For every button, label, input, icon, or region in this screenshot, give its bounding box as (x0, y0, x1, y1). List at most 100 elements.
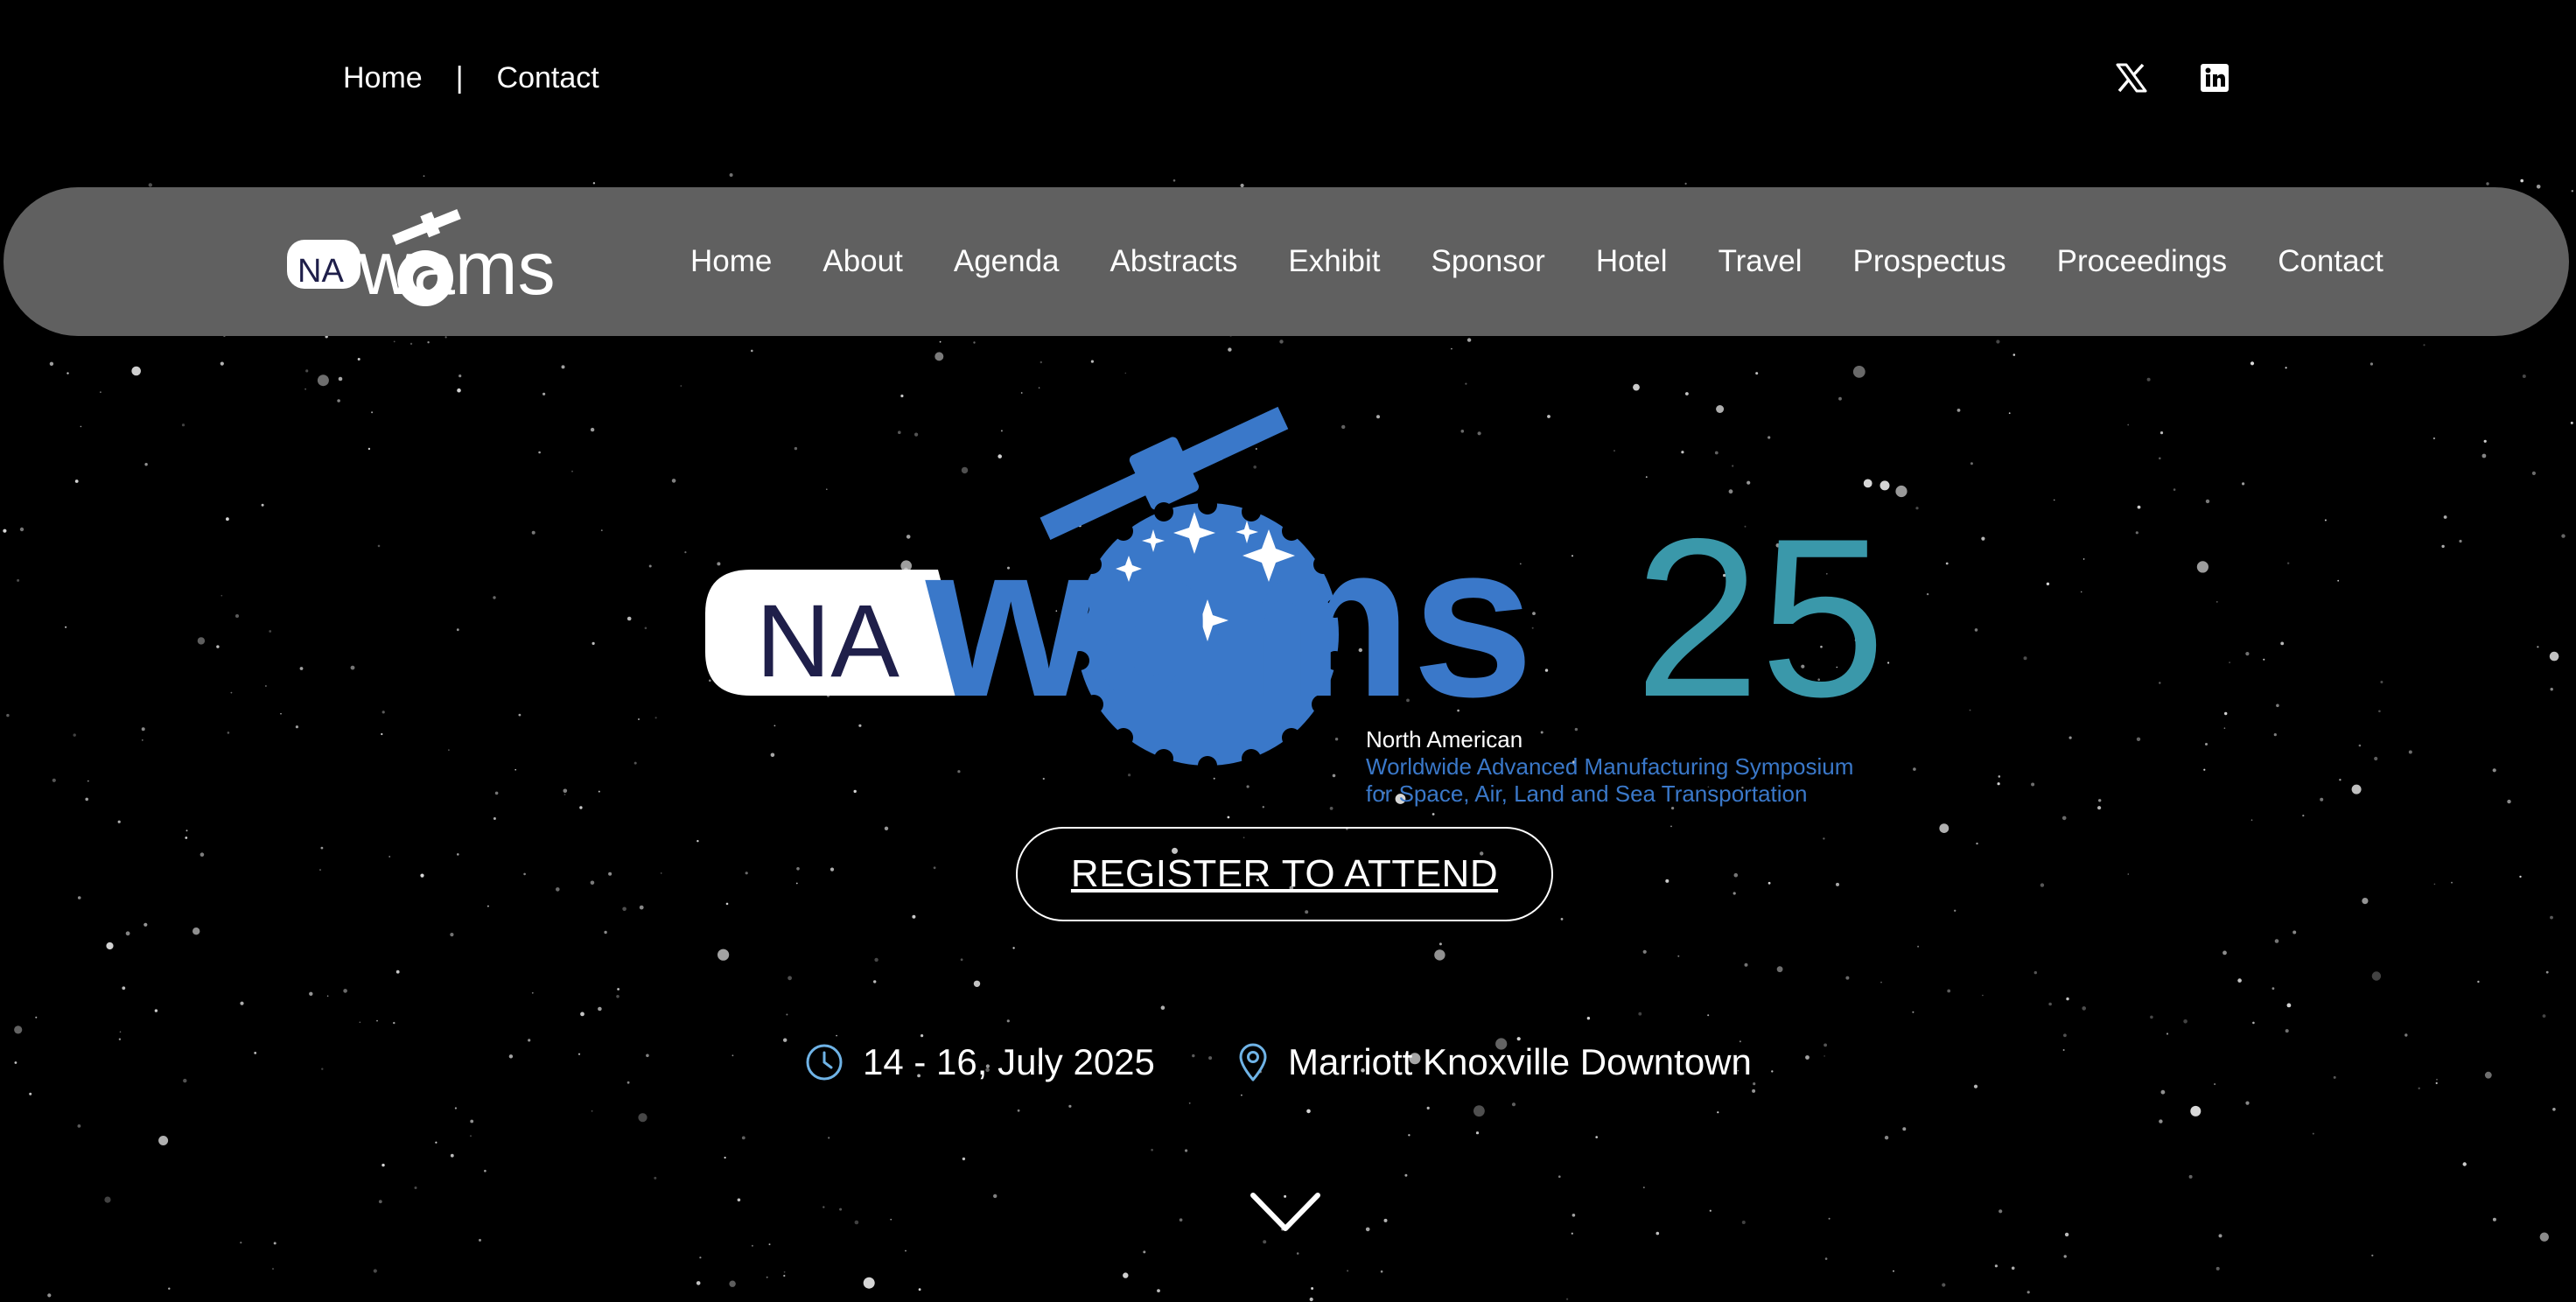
star (299, 667, 304, 670)
star (337, 399, 340, 402)
nav-item-sponsor[interactable]: Sponsor (1431, 244, 1544, 279)
star (1558, 1175, 1561, 1178)
nav-item-exhibit[interactable]: Exhibit (1288, 244, 1380, 279)
star (144, 463, 148, 466)
star (377, 544, 381, 548)
star (2263, 658, 2265, 661)
star (1656, 1231, 1660, 1236)
nav-item-proceedings[interactable]: Proceedings (2057, 244, 2228, 279)
star (1954, 909, 1956, 913)
nav-item-prospectus[interactable]: Prospectus (1853, 244, 2006, 279)
star (74, 480, 79, 483)
star (200, 852, 205, 857)
star (420, 873, 424, 878)
star (962, 1157, 966, 1161)
star (644, 626, 648, 630)
star (368, 447, 371, 451)
star (141, 739, 144, 741)
star (2531, 471, 2536, 476)
star (73, 733, 76, 737)
star (900, 394, 904, 398)
star (2127, 424, 2130, 426)
star (1068, 1104, 1072, 1108)
star (2374, 756, 2378, 761)
star (2223, 727, 2226, 729)
star (2048, 1002, 2052, 1006)
scroll-down-chevron-icon[interactable] (1250, 1192, 1321, 1238)
star (729, 173, 733, 177)
top-nav-contact-link[interactable]: Contact (497, 61, 599, 95)
star (456, 628, 459, 632)
star (660, 872, 662, 874)
star (158, 1136, 169, 1145)
star (381, 732, 383, 736)
star (616, 995, 620, 998)
star (216, 645, 220, 648)
star (783, 1270, 786, 1273)
star (1474, 1105, 1485, 1117)
star (646, 1054, 649, 1058)
star (2492, 1217, 2496, 1222)
star (1685, 392, 1689, 396)
star (220, 594, 223, 597)
star (2477, 980, 2480, 984)
top-nav-home-link[interactable]: Home (343, 61, 423, 95)
star (423, 175, 425, 178)
star (1263, 1240, 1267, 1244)
star (1642, 1186, 1645, 1189)
nav-item-about[interactable]: About (822, 244, 902, 279)
star (1976, 842, 1978, 845)
nawams-nav-logo[interactable]: NA wams (285, 201, 565, 328)
star (1192, 1054, 1195, 1058)
star (1347, 1270, 1349, 1272)
star (1824, 1257, 1828, 1260)
star (2062, 816, 2067, 821)
star (2287, 562, 2290, 564)
star (598, 790, 600, 793)
star (2285, 1029, 2289, 1033)
star (2136, 737, 2141, 741)
star (828, 1137, 830, 1139)
nav-item-agenda[interactable]: Agenda (954, 244, 1060, 279)
star (592, 641, 595, 646)
star (531, 991, 534, 994)
star (19, 527, 24, 532)
star (1732, 892, 1736, 895)
register-button[interactable]: REGISTER TO ATTEND (1016, 827, 1553, 921)
star (47, 1293, 52, 1298)
tagline-line-2: Worldwide Advanced Manufacturing Symposi… (1366, 753, 1854, 780)
star (192, 928, 200, 935)
star (1160, 1005, 1166, 1010)
star (2229, 662, 2230, 663)
star (1329, 807, 1334, 810)
star (2522, 374, 2526, 378)
nav-item-travel[interactable]: Travel (1718, 244, 1802, 279)
nav-item-hotel[interactable]: Hotel (1596, 244, 1668, 279)
star (783, 1038, 788, 1042)
star (2552, 1108, 2556, 1111)
nav-item-abstracts[interactable]: Abstracts (1110, 244, 1238, 279)
star (1020, 392, 1023, 394)
star (2040, 883, 2045, 887)
nav-item-home[interactable]: Home (690, 244, 772, 279)
x-logo-icon[interactable] (2116, 63, 2147, 97)
star (14, 1026, 23, 1034)
star (2203, 768, 2206, 771)
star (724, 1156, 726, 1159)
star (1143, 1250, 1146, 1254)
star (2214, 1083, 2216, 1085)
nav-item-contact[interactable]: Contact (2278, 244, 2384, 279)
star (1707, 1014, 1710, 1017)
star (1913, 767, 1916, 771)
star (2160, 1089, 2166, 1095)
linkedin-icon[interactable] (2200, 63, 2230, 97)
star (2550, 688, 2553, 691)
star (1947, 989, 1951, 993)
star (1511, 1102, 1516, 1107)
star (393, 340, 396, 343)
star (148, 183, 152, 187)
star (563, 788, 568, 794)
star (2159, 1119, 2163, 1124)
star (696, 1281, 701, 1285)
star (2492, 768, 2496, 773)
